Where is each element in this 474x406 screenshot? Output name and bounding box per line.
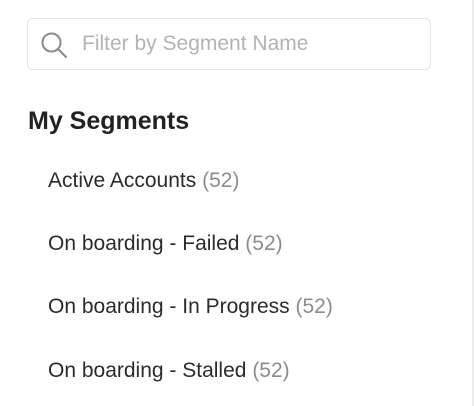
search-box[interactable] xyxy=(27,18,431,70)
segment-label: On boarding - In Progress xyxy=(48,295,290,318)
segments-panel: My Segments Active Accounts (52) On boar… xyxy=(0,0,474,406)
segment-count: (52) xyxy=(202,169,240,192)
segment-item-active-accounts[interactable]: Active Accounts (52) xyxy=(48,165,239,197)
search-input[interactable] xyxy=(82,27,422,61)
section-title: My Segments xyxy=(28,107,190,135)
segment-item-onboarding-failed[interactable]: On boarding - Failed (52) xyxy=(48,228,283,260)
segment-count: (52) xyxy=(295,295,333,318)
segment-label: On boarding - Failed xyxy=(48,232,240,255)
segment-label: On boarding - Stalled xyxy=(48,359,247,382)
segment-item-onboarding-stalled[interactable]: On boarding - Stalled (52) xyxy=(48,355,290,387)
search-icon xyxy=(41,32,67,58)
segment-item-onboarding-in-progress[interactable]: On boarding - In Progress (52) xyxy=(48,291,333,323)
segment-label: Active Accounts xyxy=(48,169,197,192)
segment-count: (52) xyxy=(245,232,283,255)
segment-count: (52) xyxy=(252,359,290,382)
